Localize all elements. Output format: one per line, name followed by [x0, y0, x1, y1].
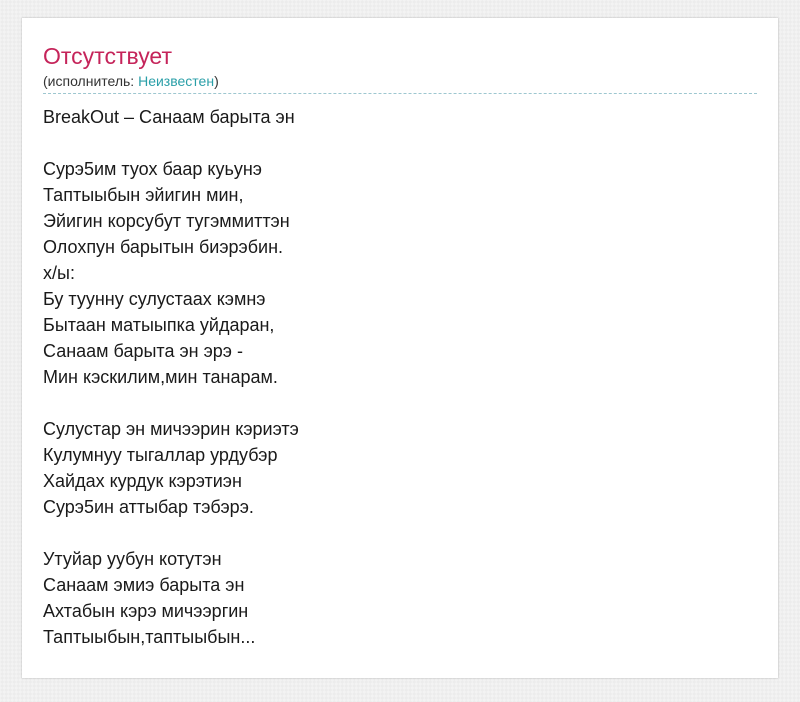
lyrics-card: Отсутствует (исполнитель: Неизвестен) Br…	[22, 18, 778, 678]
lyrics-text: BreakOut – Санаам барыта эн Сурэ5им туох…	[43, 107, 299, 647]
artist-link[interactable]: Неизвестен	[138, 73, 214, 89]
song-title: Отсутствует	[43, 43, 172, 69]
dashed-divider	[43, 93, 757, 94]
artist-prefix: (исполнитель:	[43, 73, 139, 89]
artist-suffix: )	[214, 73, 219, 89]
artist-line: (исполнитель: Неизвестен)	[43, 72, 219, 90]
